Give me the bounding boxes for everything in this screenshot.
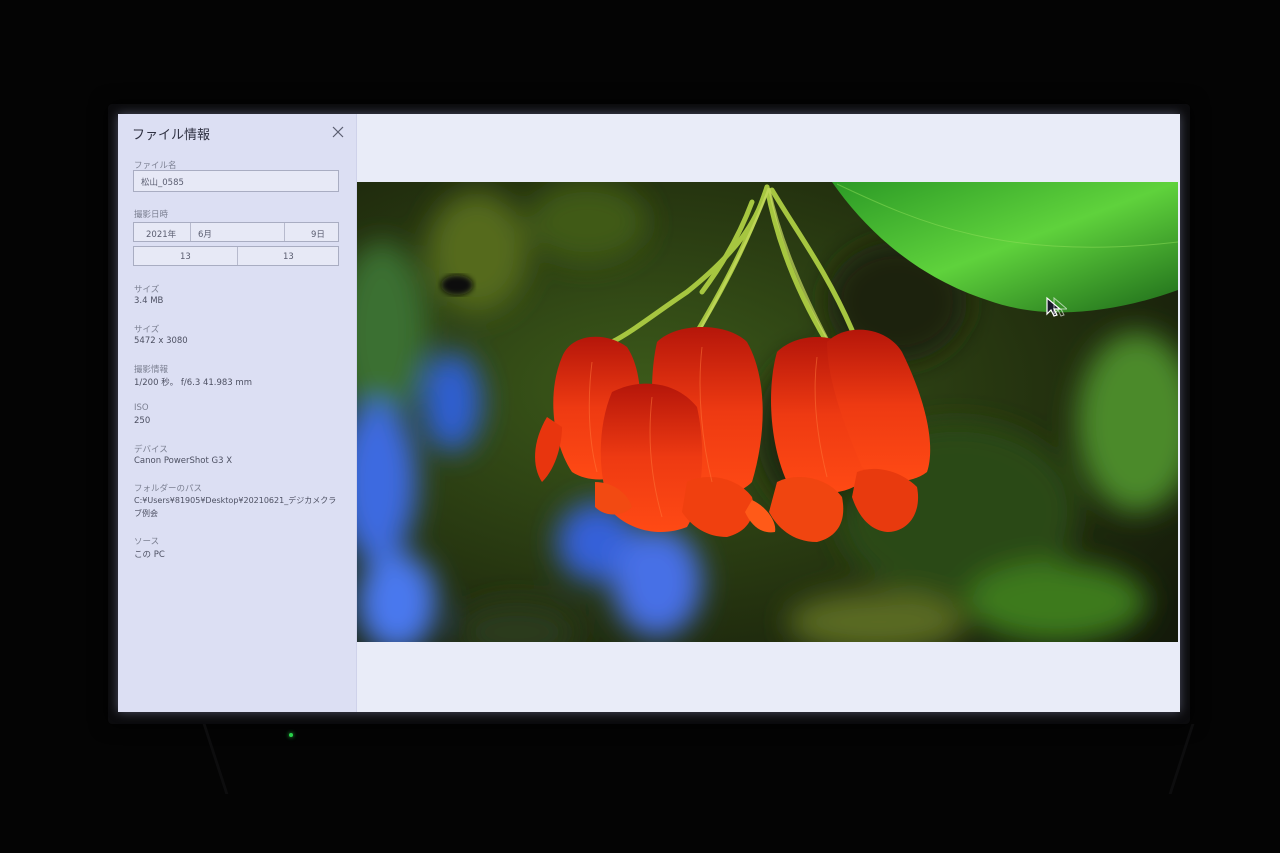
device-value: Canon PowerShot G3 X (134, 456, 233, 466)
dimensions-label: サイズ (134, 325, 160, 335)
close-button[interactable] (328, 122, 348, 142)
red-hanging-flowers-photo[interactable] (357, 182, 1178, 642)
monitor-stand-right (1098, 724, 1195, 794)
time-hour: 13 (180, 252, 191, 262)
time-minute: 13 (283, 252, 294, 262)
device-label: デバイス (134, 445, 168, 455)
dimensions-value: 5472 x 3080 (134, 336, 188, 346)
file-name-input[interactable]: 松山_0585 (133, 170, 339, 192)
date-taken-label: 撮影日時 (134, 210, 169, 220)
power-led (289, 733, 293, 737)
source-value: この PC (134, 550, 165, 560)
time-picker[interactable]: 13 13 (133, 246, 339, 266)
file-info-panel: ファイル情報 ファイル名 松山_0585 撮影日時 2021年 6月 9日 13… (118, 114, 357, 712)
size-value: 3.4 MB (134, 296, 164, 306)
date-month: 6月 (198, 230, 212, 240)
iso-value: 250 (134, 416, 151, 426)
source-label: ソース (134, 537, 160, 547)
file-name-value: 松山_0585 (141, 178, 184, 188)
date-picker[interactable]: 2021年 6月 9日 (133, 222, 339, 242)
mouse-pointer-icon (1046, 296, 1067, 317)
photo-image (357, 182, 1178, 642)
monitor-stand-left (202, 724, 299, 794)
monitor-screen: ファイル情報 ファイル名 松山_0585 撮影日時 2021年 6月 9日 13… (118, 114, 1180, 712)
shooting-info-value: 1/200 秒。 f/6.3 41.983 mm (134, 378, 252, 388)
panel-title: ファイル情報 (132, 128, 211, 143)
image-viewer[interactable] (357, 114, 1180, 712)
close-icon (332, 126, 344, 138)
date-year: 2021年 (146, 230, 177, 240)
date-day: 9日 (311, 230, 325, 240)
size-label: サイズ (134, 285, 160, 295)
shooting-info-label: 撮影情報 (134, 365, 169, 375)
iso-label: ISO (134, 403, 149, 413)
folder-path-label: フォルダーのパス (134, 484, 203, 494)
folder-path-value-line1[interactable]: C:¥Users¥81905¥Desktop¥20210621_デジカメクラ (134, 495, 336, 506)
folder-path-value-line2[interactable]: ブ例会 (134, 508, 158, 519)
